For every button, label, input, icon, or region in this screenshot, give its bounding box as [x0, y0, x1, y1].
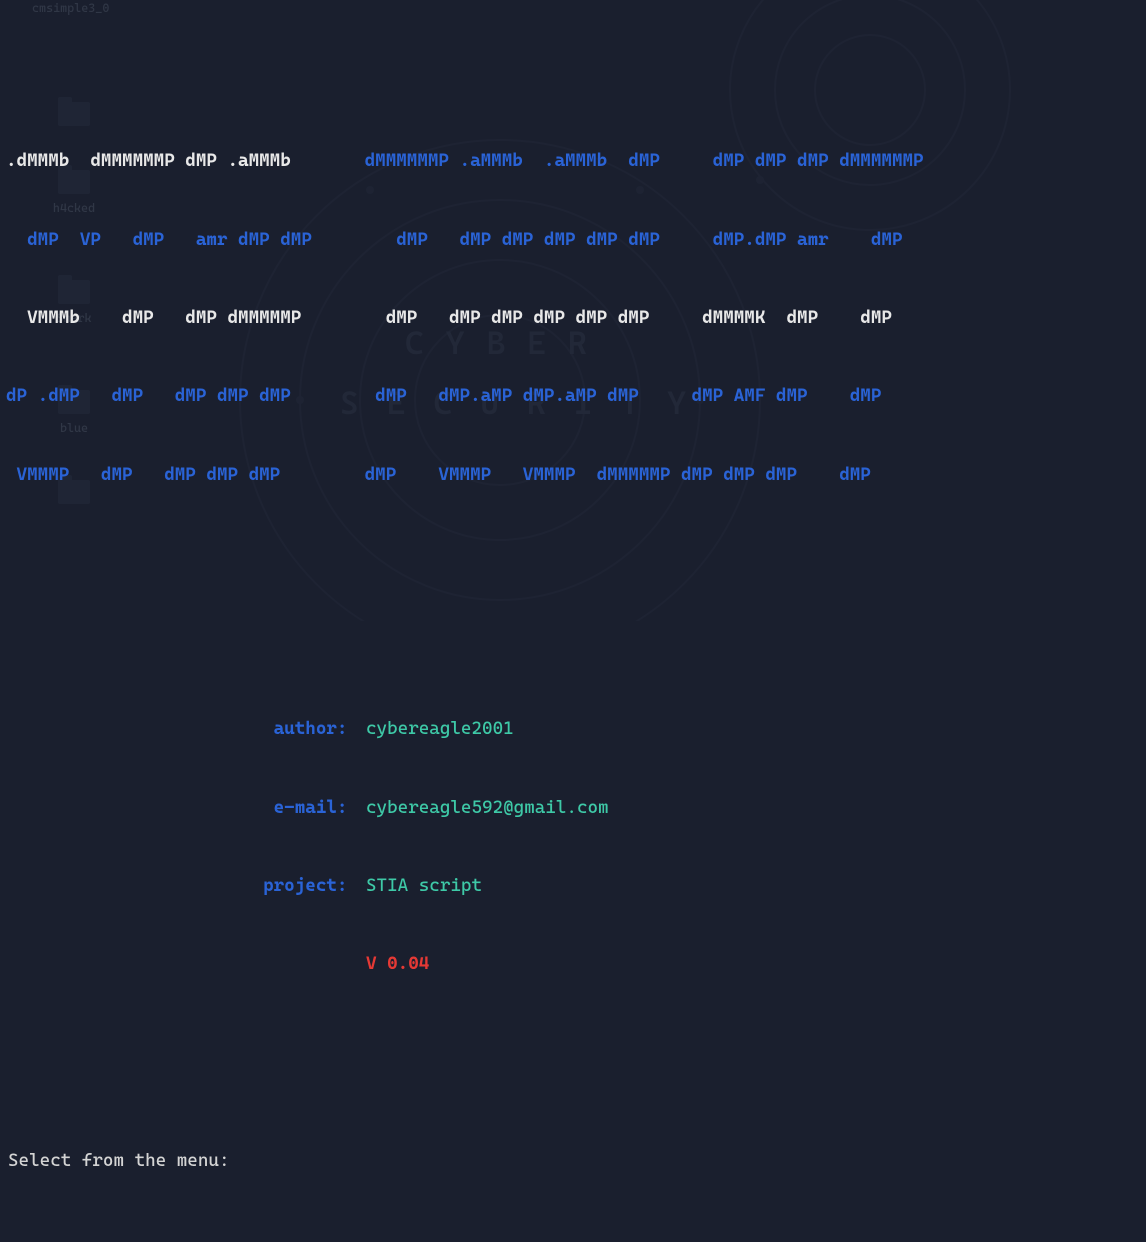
project-label: project:	[6, 873, 366, 899]
script-info: author: cybereagle2001 e-mail: cybereagl…	[6, 664, 1140, 1029]
email-label: e-mail:	[6, 795, 366, 821]
author-value: cybereagle2001	[366, 716, 514, 742]
email-value: cybereagle592@gmail.com	[366, 795, 609, 821]
terminal[interactable]: .dMMMb dMMMMMMP dMP .aMMMb dMMMMMMP .aMM…	[0, 0, 1146, 1242]
menu-title: Select from the menu:	[6, 1148, 1140, 1174]
author-label: author:	[6, 716, 366, 742]
project-value: STIA script	[366, 873, 482, 899]
version-value: V 0.04	[366, 951, 1140, 977]
ascii-banner: .dMMMb dMMMMMMP dMP .aMMMb dMMMMMMP .aMM…	[6, 96, 1140, 540]
